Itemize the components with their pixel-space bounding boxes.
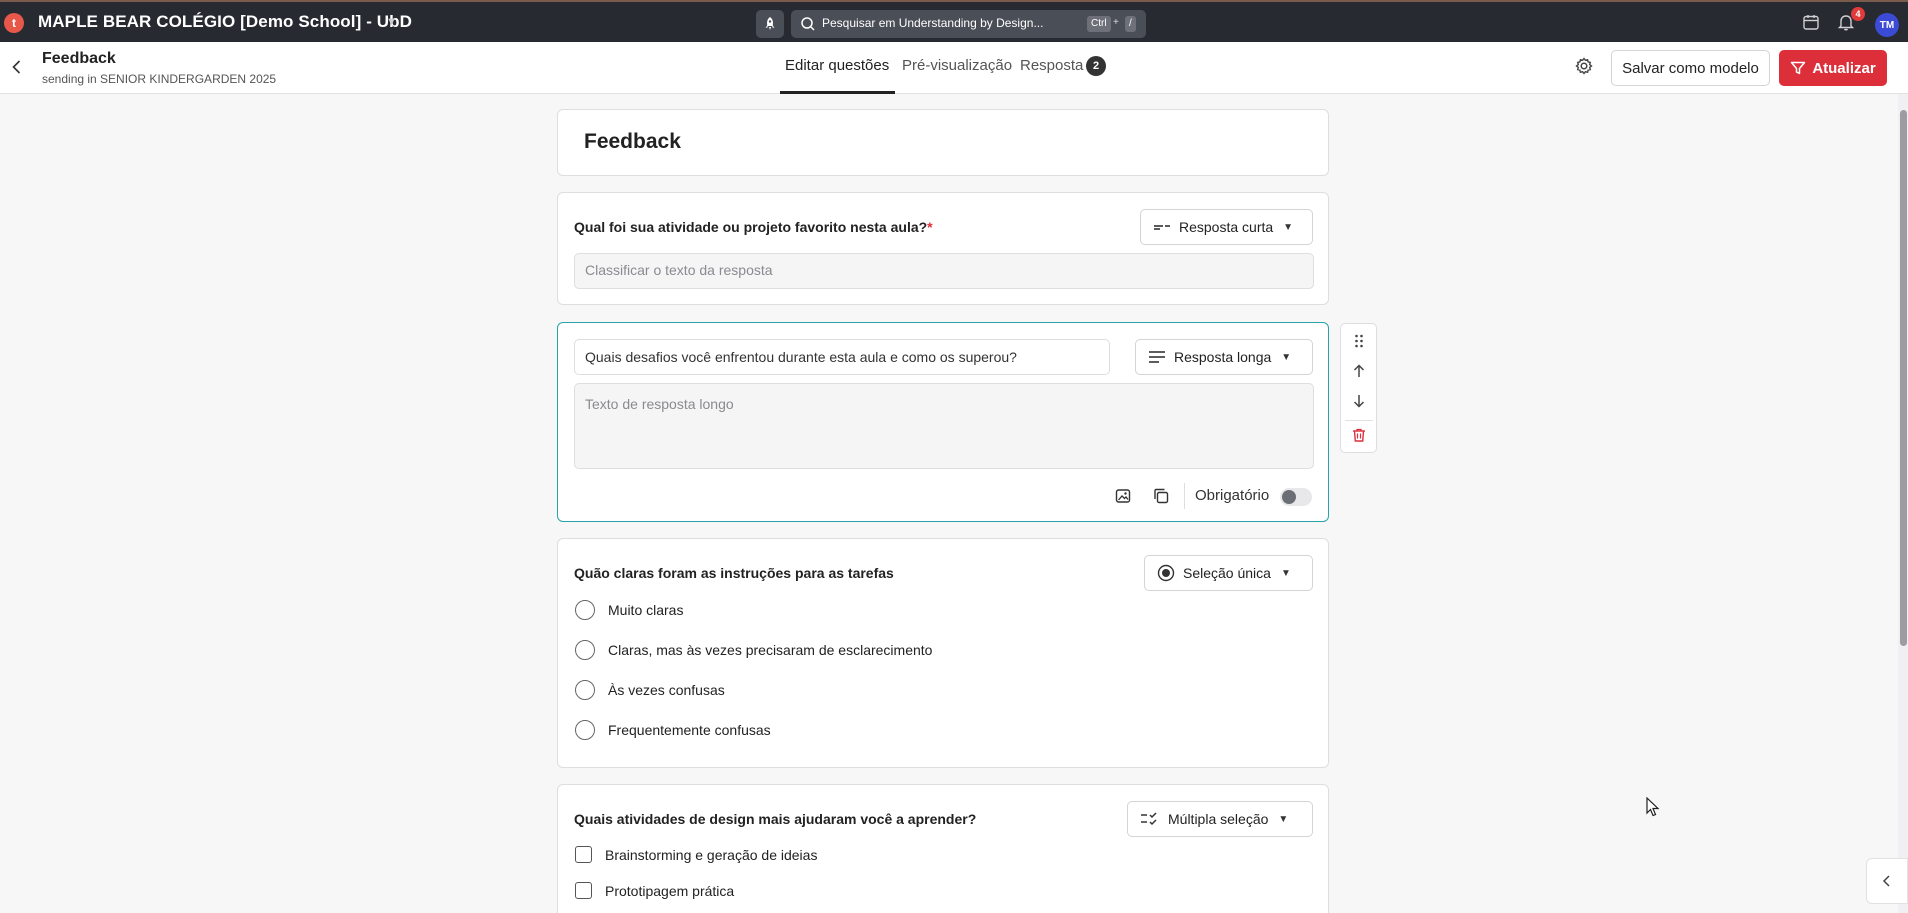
shortcut-slash-key: / bbox=[1125, 16, 1136, 32]
radio-button[interactable] bbox=[575, 680, 595, 700]
notification-badge: 4 bbox=[1851, 7, 1865, 21]
school-name[interactable]: MAPLE BEAR COLÉGIO [Demo School] - UbD bbox=[38, 12, 412, 32]
search-icon bbox=[801, 17, 815, 31]
chevron-left-icon bbox=[1882, 875, 1890, 887]
gear-icon[interactable] bbox=[1574, 56, 1594, 81]
duplicate-icon[interactable] bbox=[1152, 487, 1170, 505]
radio-option[interactable]: Frequentemente confusas bbox=[575, 720, 771, 740]
arrow-up-icon[interactable] bbox=[1351, 363, 1367, 384]
option-label: Brainstorming e geração de ideias bbox=[605, 846, 818, 863]
tab-responses[interactable]: Resposta bbox=[1020, 57, 1083, 74]
question-type-label: Resposta curta bbox=[1179, 219, 1274, 235]
question-type-label: Múltipla seleção bbox=[1168, 811, 1269, 827]
chevron-down-icon: ▼ bbox=[1280, 567, 1291, 579]
chevron-down-icon: ▼ bbox=[1278, 813, 1289, 825]
shortcut-ctrl-key: Ctrl bbox=[1087, 16, 1111, 32]
rocket-icon[interactable] bbox=[756, 10, 784, 38]
mouse-cursor-icon bbox=[1646, 796, 1660, 822]
option-label: Às vezes confusas bbox=[608, 682, 725, 698]
short-answer-field: Classificar o texto da resposta bbox=[574, 253, 1314, 289]
chevron-down-icon: ▼ bbox=[1283, 221, 1294, 233]
user-avatar[interactable]: TM bbox=[1875, 13, 1899, 37]
long-answer-icon bbox=[1148, 350, 1166, 364]
question-label[interactable]: Qual foi sua atividade ou projeto favori… bbox=[574, 219, 933, 235]
toggle-knob bbox=[1282, 490, 1296, 504]
required-label: Obrigatório bbox=[1195, 487, 1270, 504]
page-title: Feedback bbox=[42, 50, 116, 67]
scrollbar-thumb[interactable] bbox=[1900, 110, 1907, 646]
chevron-down-icon: ▼ bbox=[1281, 351, 1292, 363]
add-image-icon[interactable] bbox=[1114, 487, 1132, 505]
question-type-select[interactable]: Seleção única ▼ bbox=[1144, 555, 1313, 591]
radio-button[interactable] bbox=[575, 720, 595, 740]
option-label: Prototipagem prática bbox=[605, 882, 735, 899]
checklist-icon bbox=[1140, 811, 1160, 827]
trash-icon[interactable] bbox=[1351, 427, 1367, 448]
active-tab-indicator bbox=[780, 91, 895, 94]
tab-preview[interactable]: Pré-visualização bbox=[902, 57, 1012, 74]
form-title-card[interactable]: Feedback bbox=[557, 109, 1329, 176]
checkbox[interactable] bbox=[575, 882, 592, 899]
calendar-icon[interactable] bbox=[1802, 13, 1820, 36]
filter-send-icon bbox=[1791, 61, 1806, 75]
question-card-multiple-choice[interactable]: Quais atividades de design mais ajudaram… bbox=[557, 784, 1329, 913]
radio-icon bbox=[1157, 564, 1175, 582]
app-logo-icon[interactable]: t bbox=[4, 13, 24, 33]
question-type-select[interactable]: Múltipla seleção ▼ bbox=[1127, 801, 1313, 837]
question-card-long-answer[interactable]: Quais desafios você enfrentou durante es… bbox=[557, 322, 1329, 522]
question-label[interactable]: Quão claras foram as instruções para as … bbox=[574, 565, 894, 581]
radio-option[interactable]: Muito claras bbox=[575, 600, 683, 620]
update-button-label: Atualizar bbox=[1812, 59, 1876, 77]
required-asterisk: * bbox=[927, 219, 933, 235]
expand-panel-button[interactable] bbox=[1866, 858, 1908, 904]
question-type-select[interactable]: Resposta curta ▼ bbox=[1140, 209, 1313, 245]
question-text-input[interactable]: Quais desafios você enfrentou durante es… bbox=[574, 339, 1110, 375]
save-as-template-button[interactable]: Salvar como modelo bbox=[1611, 50, 1770, 86]
response-count-badge: 2 bbox=[1086, 56, 1106, 76]
shortcut-plus: + bbox=[1113, 17, 1119, 28]
chevron-down-icon[interactable]: ▼ bbox=[386, 16, 397, 28]
footer-divider bbox=[1184, 483, 1185, 509]
radio-option[interactable]: Claras, mas às vezes precisaram de escla… bbox=[575, 640, 932, 660]
page-subtitle: sending in SENIOR KINDERGARDEN 2025 bbox=[42, 72, 277, 86]
arrow-down-icon[interactable] bbox=[1351, 393, 1367, 414]
checkbox[interactable] bbox=[575, 846, 592, 863]
search-placeholder: Pesquisar em Understanding by Design... bbox=[822, 16, 1044, 30]
checkbox-option[interactable]: Prototipagem prática bbox=[575, 882, 734, 899]
radio-button[interactable] bbox=[575, 640, 595, 660]
required-toggle[interactable] bbox=[1280, 488, 1312, 506]
checkbox-option[interactable]: Brainstorming e geração de ideias bbox=[575, 846, 817, 863]
form-title[interactable]: Feedback bbox=[584, 130, 681, 154]
radio-button[interactable] bbox=[575, 600, 595, 620]
long-answer-field: Texto de resposta longo bbox=[574, 383, 1314, 469]
question-card-single-choice[interactable]: Quão claras foram as instruções para as … bbox=[557, 538, 1329, 768]
option-label: Frequentemente confusas bbox=[608, 722, 771, 738]
tab-edit-questions[interactable]: Editar questões bbox=[785, 57, 889, 74]
page-header: Feedback sending in SENIOR KINDERGARDEN … bbox=[0, 42, 1908, 94]
question-type-label: Resposta longa bbox=[1174, 349, 1272, 365]
question-actions-toolbar bbox=[1340, 323, 1377, 453]
question-type-label: Seleção única bbox=[1183, 565, 1271, 581]
top-navigation-bar: t MAPLE BEAR COLÉGIO [Demo School] - UbD… bbox=[0, 0, 1908, 42]
question-label[interactable]: Quais atividades de design mais ajudaram… bbox=[574, 811, 976, 827]
question-type-select[interactable]: Resposta longa ▼ bbox=[1135, 339, 1313, 375]
toolbar-divider bbox=[1345, 420, 1373, 421]
back-arrow-icon[interactable] bbox=[8, 58, 26, 81]
global-search-input[interactable]: Pesquisar em Understanding by Design... … bbox=[791, 10, 1146, 38]
option-label: Muito claras bbox=[608, 602, 684, 618]
update-button[interactable]: Atualizar bbox=[1779, 50, 1887, 86]
option-label: Claras, mas às vezes precisaram de escla… bbox=[608, 642, 933, 658]
question-card-short-answer[interactable]: Qual foi sua atividade ou projeto favori… bbox=[557, 192, 1329, 305]
short-answer-icon bbox=[1153, 221, 1171, 233]
radio-option[interactable]: Às vezes confusas bbox=[575, 680, 725, 700]
drag-handle-icon[interactable] bbox=[1351, 333, 1367, 354]
